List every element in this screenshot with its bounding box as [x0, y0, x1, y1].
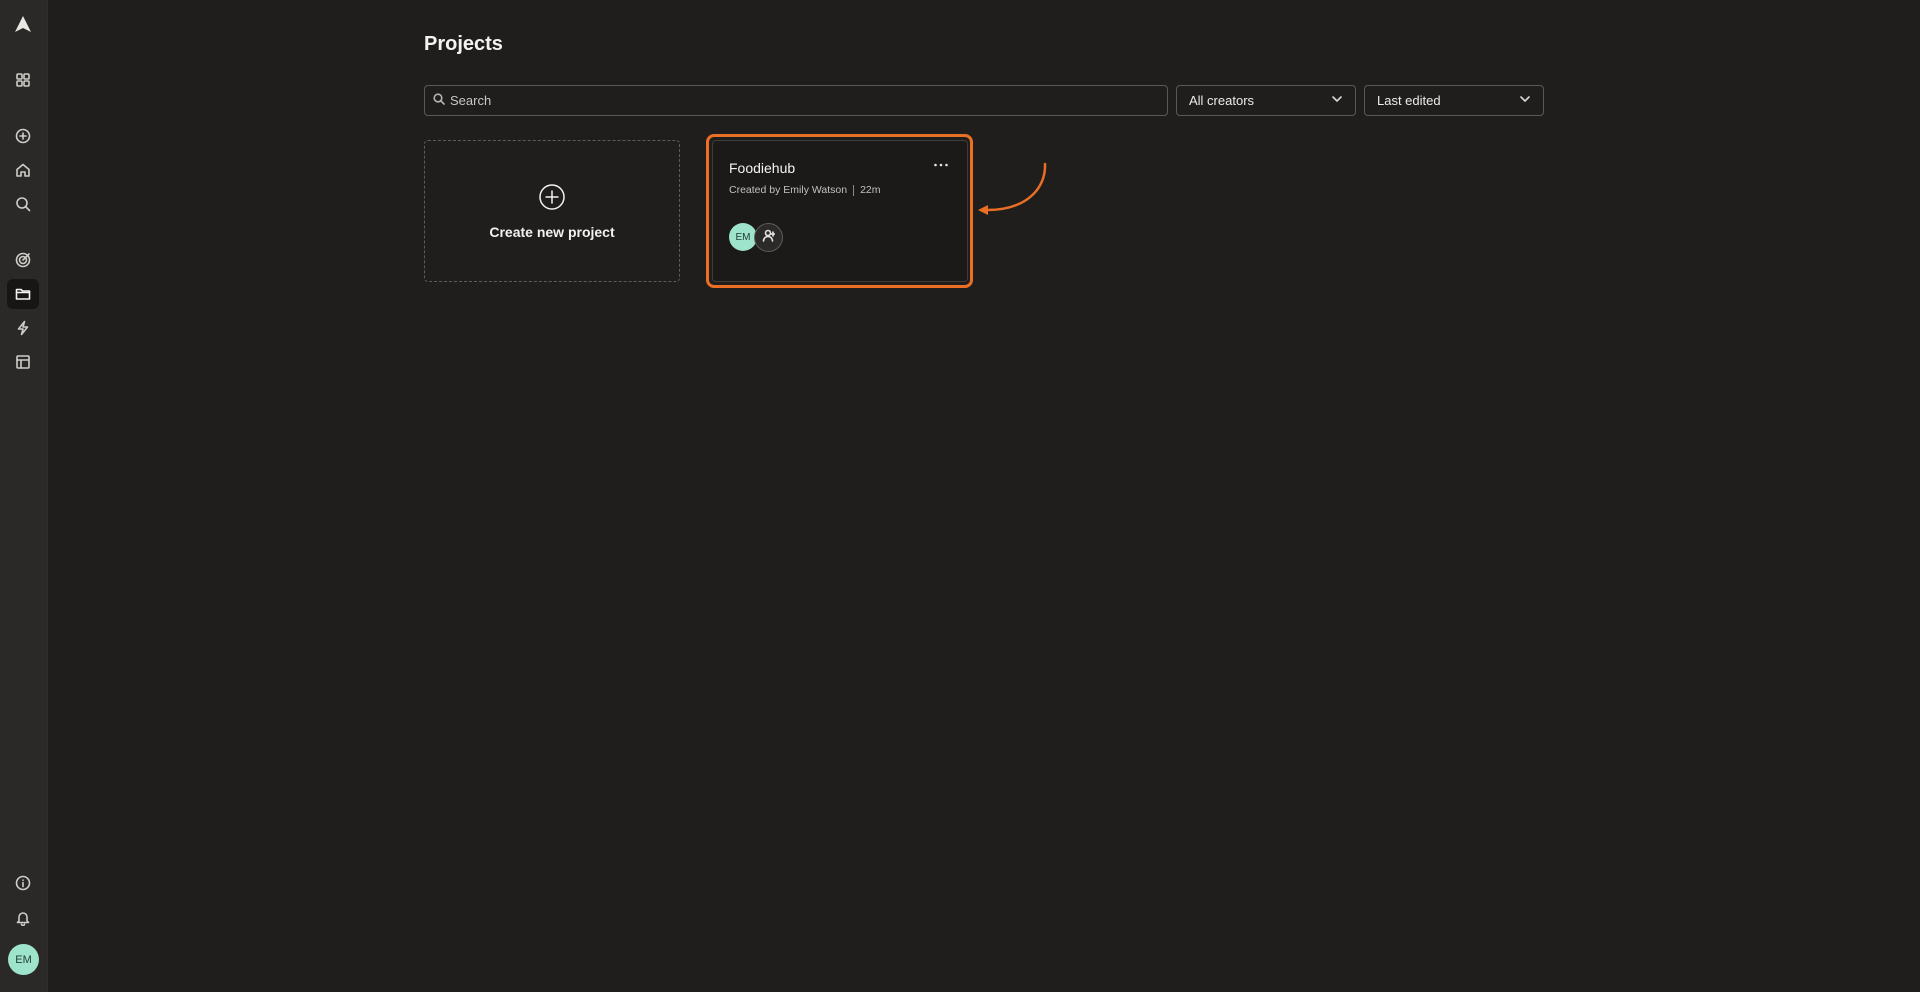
info-icon[interactable] — [7, 868, 39, 898]
sort-dropdown-label: Last edited — [1377, 93, 1441, 108]
sort-dropdown[interactable]: Last edited — [1364, 85, 1544, 116]
folder-icon[interactable] — [7, 279, 39, 309]
search-box[interactable] — [424, 85, 1168, 116]
home-icon[interactable] — [7, 155, 39, 185]
page-title: Projects — [424, 33, 503, 55]
divider — [853, 184, 855, 196]
search-icon — [433, 92, 445, 110]
grid-icon[interactable] — [7, 65, 39, 95]
chevron-down-icon — [1519, 93, 1531, 108]
sidebar: EM — [0, 0, 48, 992]
project-name: Foodiehub — [729, 160, 796, 176]
target-icon[interactable] — [7, 245, 39, 275]
member-avatar[interactable]: EM — [729, 223, 757, 251]
project-edited-time: 22m — [860, 184, 881, 196]
user-avatar[interactable]: EM — [8, 944, 39, 975]
plus-circle-icon[interactable] — [7, 121, 39, 151]
creators-dropdown[interactable]: All creators — [1176, 85, 1356, 116]
plus-circle-icon — [538, 183, 566, 216]
app-logo-icon[interactable] — [7, 10, 39, 40]
more-options-icon[interactable] — [931, 158, 951, 172]
add-user-icon — [762, 229, 776, 247]
search-input[interactable] — [450, 93, 1150, 108]
project-creator: Created by Emily Watson — [729, 184, 848, 196]
annotation-arrow — [978, 162, 1047, 215]
layout-icon[interactable] — [7, 347, 39, 377]
search-icon[interactable] — [7, 189, 39, 219]
project-card[interactable]: Foodiehub Created by Emily Watson 22m EM — [712, 140, 968, 282]
add-member-button[interactable] — [754, 223, 783, 252]
create-new-project-card[interactable]: Create new project — [424, 140, 680, 282]
create-new-project-label: Create new project — [489, 223, 615, 240]
bell-icon[interactable] — [7, 903, 39, 933]
creators-dropdown-label: All creators — [1189, 93, 1255, 108]
chevron-down-icon — [1331, 93, 1343, 108]
project-meta: Created by Emily Watson 22m — [729, 184, 881, 196]
lightning-icon[interactable] — [7, 313, 39, 343]
